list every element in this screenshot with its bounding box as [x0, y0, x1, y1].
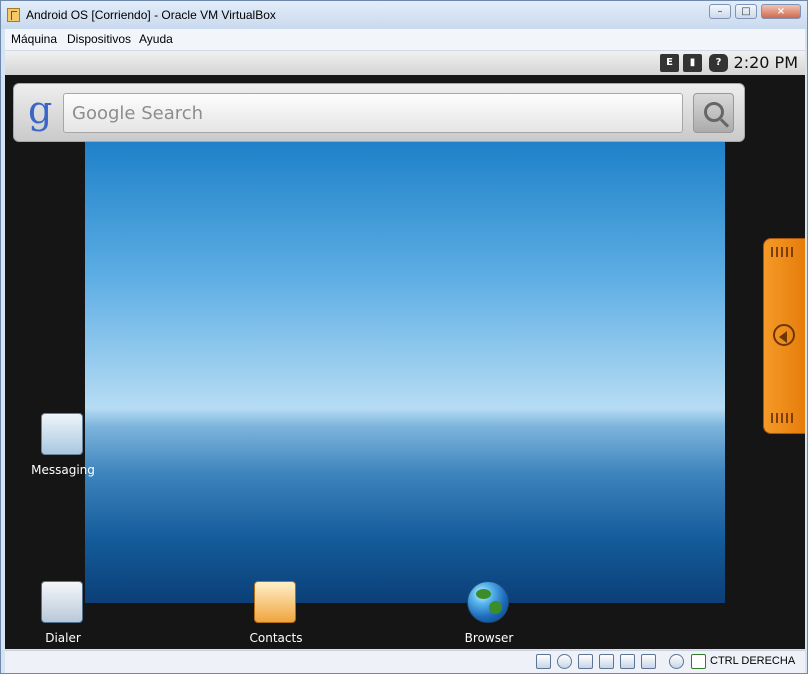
unknown-icon: ?: [709, 54, 728, 72]
contacts-label: Contacts: [249, 631, 303, 645]
status-clock: 2:20 PM: [733, 53, 798, 72]
lake-wallpaper: [85, 139, 725, 603]
host-key-label: CTRL DERECHA: [710, 655, 796, 667]
hard-disk-icon[interactable]: [536, 654, 551, 669]
network-icon[interactable]: [599, 654, 614, 669]
menu-dispositivos[interactable]: Dispositivos: [67, 32, 131, 46]
browser-globe-land: [476, 589, 491, 599]
optical-drive-icon[interactable]: [557, 654, 572, 669]
close-button[interactable]: ×: [761, 4, 801, 19]
search-button[interactable]: [693, 93, 734, 133]
drawer-grip-top: [771, 247, 796, 257]
screen-icon[interactable]: [641, 654, 656, 669]
contacts-shortcut[interactable]: Contacts: [226, 581, 316, 649]
search-icon-handle: [719, 118, 730, 128]
dialer-icon: [41, 581, 83, 623]
google-logo: g: [28, 88, 53, 132]
minimize-button[interactable]: –: [709, 4, 731, 19]
signal-icon: ▮: [683, 54, 702, 72]
menu-maquina[interactable]: Máquina: [11, 32, 57, 46]
shared-folder-icon[interactable]: [620, 654, 635, 669]
android-status-bar: E ▮ ? 2:20 PM: [5, 51, 805, 75]
browser-icon: [467, 581, 509, 623]
browser-shortcut[interactable]: Browser: [439, 581, 529, 649]
dialer-shortcut[interactable]: Dialer: [13, 581, 103, 649]
usb-icon[interactable]: [578, 654, 593, 669]
app-drawer-handle[interactable]: [763, 238, 805, 434]
browser-globe-land-2: [489, 601, 502, 614]
contacts-icon: [254, 581, 296, 623]
data-e-icon: E: [660, 54, 679, 72]
drawer-grip-bottom: [771, 413, 796, 423]
google-search-widget: g: [13, 83, 745, 142]
menu-bar: Máquina Dispositivos Ayuda: [5, 29, 805, 51]
messaging-icon: [41, 413, 83, 455]
messaging-shortcut[interactable]: Messaging: [13, 413, 103, 483]
mouse-integration-icon[interactable]: [669, 654, 684, 669]
virtualbox-window: Android OS [Corriendo] - Oracle VM Virtu…: [0, 0, 808, 674]
browser-label: Browser: [464, 631, 514, 645]
google-search-input[interactable]: [63, 93, 683, 133]
android-screen[interactable]: E ▮ ? 2:20 PM g Messaging Dialer: [5, 51, 805, 649]
dialer-label: Dialer: [45, 631, 81, 645]
virtualbox-app-icon: [7, 8, 20, 22]
messaging-label: Messaging: [31, 463, 95, 477]
title-bar[interactable]: Android OS [Corriendo] - Oracle VM Virtu…: [1, 1, 807, 29]
menu-ayuda[interactable]: Ayuda: [139, 32, 173, 46]
virtualbox-status-bar: CTRL DERECHA: [5, 650, 805, 673]
maximize-button[interactable]: □: [735, 4, 757, 19]
window-title: Android OS [Corriendo] - Oracle VM Virtu…: [26, 8, 276, 22]
host-key-icon: [691, 654, 706, 669]
left-arrow-icon: [773, 324, 795, 346]
